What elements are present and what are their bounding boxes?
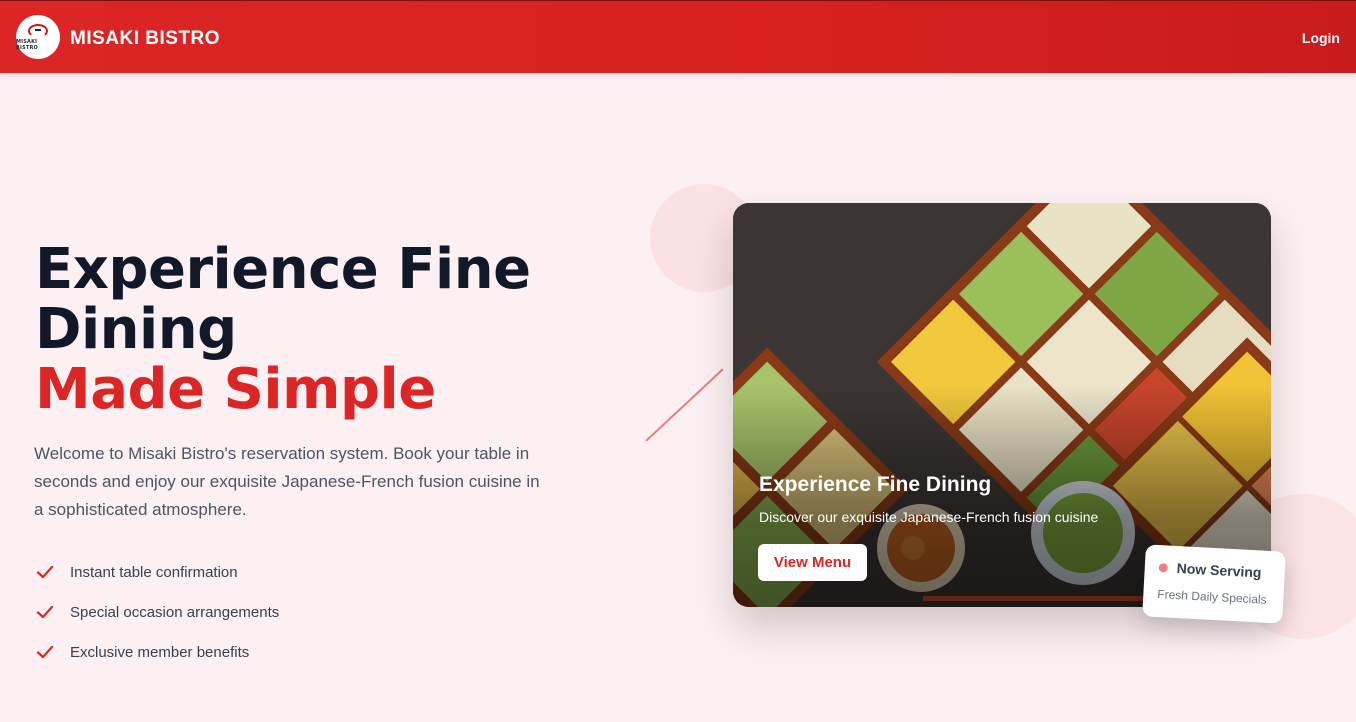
feature-label: Instant table confirmation <box>70 563 238 581</box>
status-dot-icon <box>1158 563 1169 573</box>
card-subtitle: Discover our exquisite Japanese-French f… <box>759 509 1099 525</box>
check-icon <box>36 603 54 621</box>
feature-item: Exclusive member benefits <box>36 632 279 672</box>
badge-subtitle: Fresh Daily Specials <box>1157 587 1267 607</box>
logo-icon <box>28 23 48 38</box>
hero-title: Experience Fine Dining Made Simple <box>35 240 595 420</box>
feature-label: Special occasion arrangements <box>70 603 280 621</box>
check-icon <box>36 563 54 581</box>
decorative-line <box>645 368 724 442</box>
hero-description: Welcome to Misaki Bistro's reservation s… <box>34 444 540 519</box>
hero-title-main: Experience Fine Dining <box>35 237 531 362</box>
login-link[interactable]: Login <box>1302 30 1340 46</box>
now-serving-badge: Now Serving Fresh Daily Specials <box>1142 544 1286 624</box>
hero-title-accent: Made Simple <box>35 357 436 422</box>
badge-title: Now Serving <box>1176 560 1262 581</box>
top-navbar: MISAKI BISTRO MISAKI BISTRO Login <box>0 0 1356 73</box>
feature-label: Exclusive member benefits <box>70 643 250 661</box>
view-menu-button[interactable]: View Menu <box>758 544 867 581</box>
brand-logo[interactable]: MISAKI BISTRO <box>16 15 60 59</box>
brand-name[interactable]: MISAKI BISTRO <box>70 28 220 50</box>
feature-list: Instant table confirmation Special occas… <box>36 552 279 672</box>
feature-item: Instant table confirmation <box>36 552 279 592</box>
card-title: Experience Fine Dining <box>759 473 992 496</box>
feature-item: Special occasion arrangements <box>36 592 279 632</box>
check-icon <box>36 643 54 661</box>
logo-text: MISAKI BISTRO <box>16 38 38 51</box>
